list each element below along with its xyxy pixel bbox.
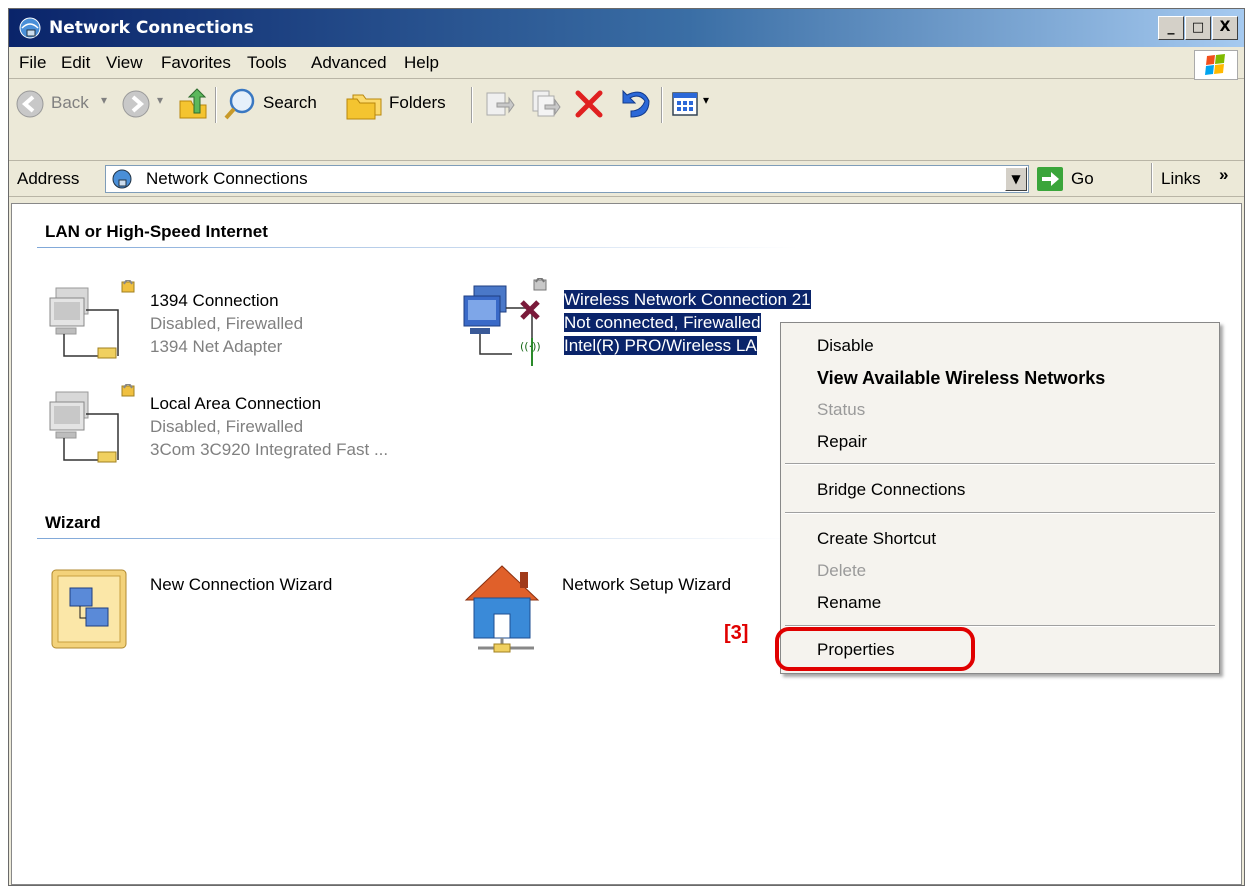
toolbar-separator: [1151, 163, 1153, 193]
maximize-button[interactable]: □: [1185, 16, 1211, 40]
address-bar: Address Network Connections ▼ Go Links »: [9, 161, 1244, 197]
wizard-name: New Connection Wizard: [150, 575, 333, 594]
connection-device: Intel(R) PRO/Wireless LA: [564, 336, 757, 355]
forward-dropdown-icon[interactable]: ▾: [157, 93, 163, 107]
toolbar: Back ▾ ▾ Search Folders ▾: [9, 81, 1244, 161]
menu-item-disable[interactable]: Disable: [817, 336, 874, 356]
wizard-group-header: Wizard: [45, 513, 101, 532]
back-button[interactable]: Back: [51, 93, 89, 113]
connection-status: Disabled, Firewalled: [150, 314, 304, 333]
network-connections-icon: [19, 17, 41, 39]
toolbar-separator: [471, 87, 473, 123]
windows-logo-icon: [1194, 50, 1238, 80]
network-connection-icon: [49, 280, 135, 359]
network-setup-wizard-icon: [464, 565, 540, 653]
search-icon[interactable]: [223, 87, 257, 121]
go-button[interactable]: Go: [1071, 169, 1094, 189]
address-dropdown-button[interactable]: ▼: [1005, 167, 1027, 191]
step-label: [3]: [724, 622, 749, 644]
group-divider: [37, 247, 797, 248]
up-folder-icon[interactable]: [177, 87, 209, 121]
group-divider: [37, 538, 797, 539]
menu-bar: File Edit View Favorites Tools Advanced …: [9, 47, 1244, 80]
go-arrow-icon[interactable]: [1037, 167, 1063, 191]
menu-item-rename[interactable]: Rename: [817, 593, 881, 613]
svg-text:((·)): ((·)): [520, 340, 541, 353]
menu-view[interactable]: View: [106, 53, 143, 73]
delete-icon[interactable]: [574, 89, 604, 119]
menu-tools[interactable]: Tools: [247, 53, 287, 73]
menu-file[interactable]: File: [19, 53, 46, 73]
views-icon[interactable]: [671, 89, 701, 119]
menu-item-bridge-connections[interactable]: Bridge Connections: [817, 480, 965, 500]
menu-edit[interactable]: Edit: [61, 53, 90, 73]
wireless-network-icon: ((·)): [463, 278, 547, 366]
menu-separator: [785, 463, 1215, 465]
menu-help[interactable]: Help: [404, 53, 439, 73]
menu-favorites[interactable]: Favorites: [161, 53, 231, 73]
toolbar-separator: [661, 87, 663, 123]
search-button[interactable]: Search: [263, 93, 317, 113]
folders-icon[interactable]: [345, 87, 383, 121]
menu-item-status: Status: [817, 400, 866, 419]
connection-name: Wireless Network Connection 21: [564, 290, 811, 309]
undo-icon[interactable]: [617, 87, 651, 119]
connection-name: 1394 Connection: [150, 291, 279, 310]
context-menu: Disable View Available Wireless Networks…: [780, 322, 1220, 674]
folders-button[interactable]: Folders: [389, 93, 446, 113]
close-button[interactable]: X: [1212, 16, 1238, 40]
address-label: Address: [17, 169, 80, 188]
window-title: Network Connections: [49, 18, 254, 38]
menu-item-view-wireless-networks[interactable]: View Available Wireless Networks: [817, 368, 1105, 389]
wizard-name: Network Setup Wizard: [562, 575, 732, 594]
menu-item-delete: Delete: [817, 561, 867, 580]
properties-highlight-ring: [775, 627, 975, 671]
toolbar-separator: [215, 87, 217, 123]
menu-advanced[interactable]: Advanced: [311, 53, 387, 73]
new-connection-wizard-icon: [51, 569, 127, 649]
forward-arrow-icon[interactable]: [121, 89, 151, 119]
menu-item-create-shortcut[interactable]: Create Shortcut: [817, 529, 936, 549]
menu-separator: [785, 512, 1215, 514]
network-connection-icon: [49, 384, 135, 463]
minimize-button[interactable]: _: [1158, 16, 1184, 40]
links-chevron-icon[interactable]: »: [1219, 165, 1228, 185]
address-value: Network Connections: [146, 169, 308, 188]
menu-item-repair[interactable]: Repair: [817, 432, 867, 452]
views-dropdown-icon[interactable]: ▾: [703, 93, 709, 107]
network-connections-icon: [112, 169, 132, 189]
move-to-icon[interactable]: [483, 89, 515, 119]
lan-group-header: LAN or High-Speed Internet: [45, 222, 268, 241]
title-bar[interactable]: Network Connections _ □ X: [9, 9, 1244, 47]
address-input[interactable]: Network Connections ▼: [105, 165, 1029, 193]
connection-status: Disabled, Firewalled: [150, 417, 304, 436]
connection-device: 1394 Net Adapter: [150, 337, 283, 356]
connection-name: Local Area Connection: [150, 394, 322, 413]
copy-to-icon[interactable]: [529, 89, 561, 119]
back-dropdown-icon[interactable]: ▾: [101, 93, 107, 107]
connection-device: 3Com 3C920 Integrated Fast ...: [150, 440, 389, 459]
connection-status: Not connected, Firewalled: [564, 313, 761, 332]
links-button[interactable]: Links: [1161, 169, 1201, 189]
back-arrow-icon[interactable]: [15, 89, 45, 119]
